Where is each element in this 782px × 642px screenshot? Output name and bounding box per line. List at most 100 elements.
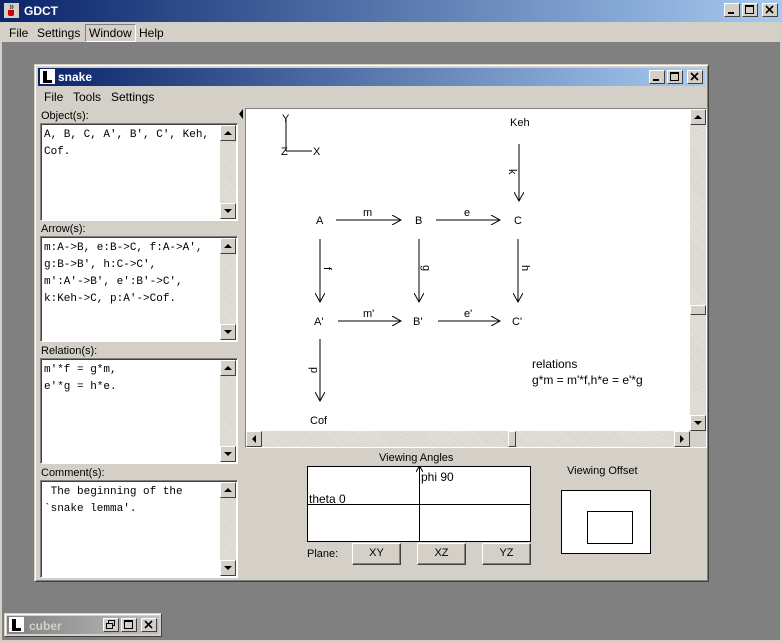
scroll-corner xyxy=(690,431,706,447)
close-icon xyxy=(144,620,153,629)
scroll-up-button[interactable] xyxy=(220,360,236,376)
relations-text: m'*f = g*m, e'*g = h*e. xyxy=(44,364,117,393)
scroll-right-button[interactable] xyxy=(674,431,690,447)
theta-label: theta 0 xyxy=(309,492,346,506)
app-menubar: File Settings Window Help xyxy=(0,22,782,42)
relations-scrollbar[interactable] xyxy=(220,360,236,462)
vscroll-thumb[interactable] xyxy=(690,305,706,315)
splitter-arrow-icon[interactable] xyxy=(239,109,244,119)
diagram-hscrollbar[interactable] xyxy=(246,431,690,447)
snake-maximize-button[interactable] xyxy=(667,70,683,84)
node-b[interactable]: B xyxy=(415,215,422,227)
viewing-offset-pad[interactable] xyxy=(561,490,651,554)
comments-scrollbar[interactable] xyxy=(220,482,236,576)
relations-label: Relation(s): xyxy=(41,345,98,357)
plane-xz-button[interactable]: XZ xyxy=(417,543,466,565)
diagram-vscrollbar[interactable] xyxy=(690,109,706,431)
snake-minimize-button[interactable] xyxy=(649,70,665,84)
close-button[interactable] xyxy=(762,3,778,17)
label-k: k xyxy=(506,169,518,175)
maximize-button[interactable] xyxy=(742,3,758,17)
arrow-up-icon xyxy=(224,131,232,135)
snake-menubar: File Tools Settings xyxy=(38,87,705,105)
viewing-angles-label: Viewing Angles xyxy=(379,452,454,464)
arrow-down-icon xyxy=(224,330,232,334)
offset-viewport-rect[interactable] xyxy=(587,511,633,544)
app-titlebar[interactable]: GDCT xyxy=(0,0,782,22)
snake-menu-file[interactable]: File xyxy=(41,89,66,105)
arrows-label: Arrow(s): xyxy=(41,223,86,235)
menu-settings[interactable]: Settings xyxy=(34,25,83,41)
relations-title: relations xyxy=(532,357,577,371)
node-a[interactable]: A xyxy=(316,215,324,227)
objects-text: A, B, C, A', B', C', Keh, Cof. xyxy=(44,129,210,158)
cuber-minimized-window[interactable]: cuber xyxy=(4,613,162,637)
scroll-up-button[interactable] xyxy=(690,109,706,125)
plane-yz-button[interactable]: YZ xyxy=(482,543,531,565)
relations-textarea[interactable]: m'*f = g*m, e'*g = h*e. xyxy=(40,358,238,464)
java-cup-icon xyxy=(9,617,24,632)
scroll-down-button[interactable] xyxy=(690,415,706,431)
arrow-down-icon xyxy=(224,209,232,213)
relations-formula: g*m = m'*f,h*e = e'*g xyxy=(532,373,643,387)
arrow-down-icon xyxy=(224,566,232,570)
scroll-down-button[interactable] xyxy=(220,560,236,576)
viewing-angles-pad[interactable]: phi 90 theta 0 xyxy=(307,466,531,542)
label-m: m xyxy=(363,207,372,219)
scroll-left-button[interactable] xyxy=(246,431,262,447)
viewing-controls: Viewing Angles phi 90 theta 0 Viewing Of… xyxy=(245,448,707,579)
cuber-maximize-button[interactable] xyxy=(121,618,137,632)
plane-xy-button[interactable]: XY xyxy=(352,543,401,565)
scroll-up-button[interactable] xyxy=(220,238,236,254)
node-b-prime[interactable]: B' xyxy=(413,316,422,328)
arrow-right-icon xyxy=(680,435,684,443)
minimize-icon xyxy=(728,12,734,14)
scroll-down-button[interactable] xyxy=(220,446,236,462)
scroll-down-button[interactable] xyxy=(220,203,236,219)
arrow-down-icon xyxy=(694,421,702,425)
objects-scrollbar[interactable] xyxy=(220,125,236,219)
objects-textarea[interactable]: A, B, C, A', B', C', Keh, Cof. xyxy=(40,123,238,221)
cuber-close-button[interactable] xyxy=(141,618,157,632)
node-c[interactable]: C xyxy=(514,215,522,227)
scroll-down-button[interactable] xyxy=(220,324,236,340)
cuber-title: cuber xyxy=(29,619,62,633)
node-keh[interactable]: Keh xyxy=(510,117,530,129)
arrow-up-icon xyxy=(224,488,232,492)
maximize-icon xyxy=(745,5,754,14)
node-c-prime[interactable]: C' xyxy=(512,316,522,328)
label-g: g xyxy=(420,265,432,271)
snake-menu-tools[interactable]: Tools xyxy=(70,89,104,105)
maximize-icon xyxy=(670,72,679,81)
cuber-titlebar[interactable]: cuber xyxy=(7,616,159,634)
snake-titlebar[interactable]: snake xyxy=(38,68,705,86)
menu-help[interactable]: Help xyxy=(136,25,167,41)
phi-label: phi 90 xyxy=(421,470,454,484)
scroll-up-button[interactable] xyxy=(220,125,236,141)
arrow-up-icon xyxy=(224,244,232,248)
z-axis-label: Z xyxy=(281,146,288,158)
minimize-icon xyxy=(653,79,659,81)
menu-file[interactable]: File xyxy=(6,25,31,41)
menu-window[interactable]: Window xyxy=(85,24,136,42)
arrows-text: m:A->B, e:B->C, f:A->A', g:B->B', h:C->C… xyxy=(44,242,203,305)
snake-close-button[interactable] xyxy=(687,70,703,84)
node-cof[interactable]: Cof xyxy=(310,415,328,427)
arrow-up-icon xyxy=(224,366,232,370)
node-a-prime[interactable]: A' xyxy=(314,316,323,328)
arrows-textarea[interactable]: m:A->B, e:B->C, f:A->A', g:B->B', h:C->C… xyxy=(40,236,238,342)
close-icon xyxy=(765,5,774,14)
minimize-button[interactable] xyxy=(724,3,740,17)
diagram-canvas[interactable]: Y Z X Keh A B C A' B' C' Cof m e k f g h… xyxy=(245,108,707,448)
viewing-offset-label: Viewing Offset xyxy=(567,465,638,477)
restore-icon xyxy=(106,620,115,629)
scroll-up-button[interactable] xyxy=(220,482,236,498)
comments-textarea[interactable]: The beginning of the `snake lemma'. xyxy=(40,480,238,578)
arrows-scrollbar[interactable] xyxy=(220,238,236,340)
close-icon xyxy=(690,72,699,81)
hscroll-thumb[interactable] xyxy=(508,431,516,447)
cuber-restore-button[interactable] xyxy=(103,618,119,632)
label-f: f xyxy=(321,267,333,271)
arrow-down-icon xyxy=(224,452,232,456)
snake-menu-settings[interactable]: Settings xyxy=(108,89,157,105)
